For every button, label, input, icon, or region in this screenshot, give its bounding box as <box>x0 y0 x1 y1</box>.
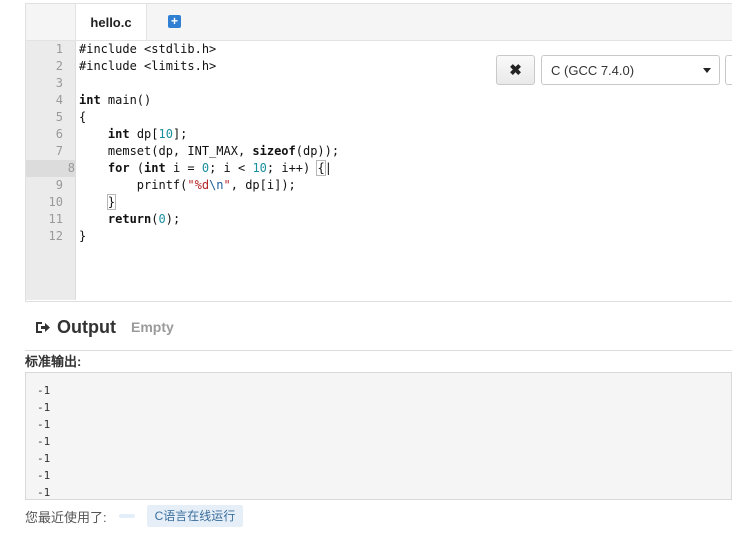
code-line: #include <stdlib.h> <box>79 42 217 56</box>
tab-hello-c[interactable]: hello.c <box>75 4 147 40</box>
output-header: Output Empty <box>34 314 174 340</box>
plus-square-icon[interactable]: + <box>168 15 181 28</box>
recent-usage: 您最近使用了: C语言在线运行 <box>25 505 244 527</box>
stdout-line: -1 <box>37 401 51 414</box>
recent-tag-c-online[interactable]: C语言在线运行 <box>146 505 244 527</box>
line-number: 9 <box>55 178 63 192</box>
code-editor: hello.c + 1 2 3 4 5 6 7 8 9 10 11 12 #in… <box>25 3 732 302</box>
recent-empty-tag[interactable] <box>118 514 135 518</box>
stdout-line: -1 <box>37 469 51 482</box>
caret-down-icon <box>703 68 711 73</box>
extra-control-button[interactable] <box>725 55 732 85</box>
line-number-gutter: 1 2 3 4 5 6 7 8 9 10 11 12 <box>26 41 76 300</box>
stdout-line: -1 <box>37 418 51 431</box>
language-select[interactable]: C (GCC 7.4.0) <box>541 55 720 85</box>
sign-out-icon <box>36 321 50 333</box>
code-line: } <box>79 229 87 243</box>
stdout-line: -1 <box>37 384 51 397</box>
code-line: { <box>79 110 87 124</box>
code-line: printf("%d\n", dp[i]); <box>79 178 296 192</box>
editor-tabbar: hello.c + <box>26 4 732 41</box>
line-number: 10 <box>48 195 63 209</box>
code-line: memset(dp, INT_MAX, sizeof(dp)); <box>79 144 340 158</box>
line-number: 2 <box>55 59 63 73</box>
code-line: int main() <box>79 93 152 107</box>
line-number: 1 <box>55 42 63 56</box>
stdout-label: 标准输出: <box>25 350 732 372</box>
language-select-value: C (GCC 7.4.0) <box>551 62 635 78</box>
stdout-line: -1 <box>37 435 51 448</box>
line-number: 4 <box>55 93 63 107</box>
stdout-line: -1 <box>37 486 51 499</box>
line-number: 6 <box>55 127 63 141</box>
line-number: 5 <box>55 110 63 124</box>
output-title: Output <box>57 316 116 337</box>
recent-label: 您最近使用了: <box>25 509 107 525</box>
code-line: return(0); <box>107 212 181 226</box>
code-line: for (int i = 0; i < 10; i++) {| <box>107 160 332 176</box>
line-number: 12 <box>48 229 63 243</box>
code-line: int dp[10]; <box>107 127 188 141</box>
clear-button[interactable]: ✖ <box>496 55 535 85</box>
close-icon: ✖ <box>509 62 522 79</box>
stdout-line: -1 <box>37 452 51 465</box>
line-number-active: 8 <box>26 160 75 177</box>
output-status: Empty <box>130 319 174 335</box>
line-number: 3 <box>55 76 63 90</box>
stdout-box: -1 -1 -1 -1 -1 -1 -1 <box>25 372 732 500</box>
line-number: 7 <box>55 144 63 158</box>
line-number: 11 <box>48 212 63 226</box>
code-line: } <box>106 194 117 210</box>
code-line: #include <limits.h> <box>79 59 217 73</box>
